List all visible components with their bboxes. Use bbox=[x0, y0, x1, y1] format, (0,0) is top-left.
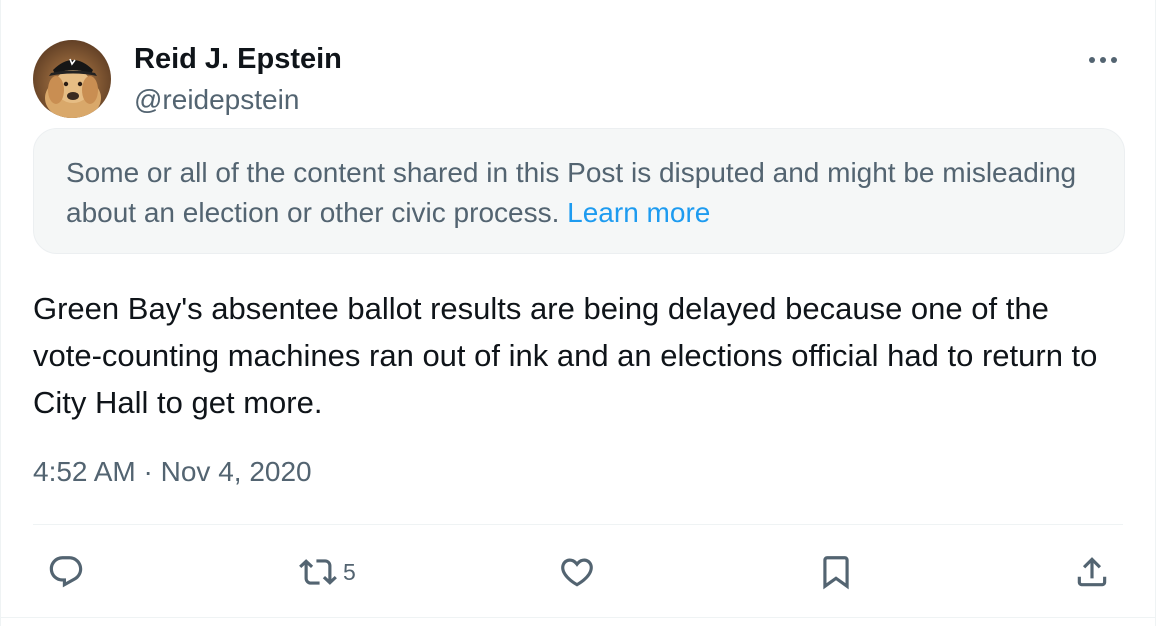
reply-button[interactable] bbox=[47, 546, 91, 598]
more-dots-icon bbox=[1089, 57, 1117, 63]
bookmark-button[interactable] bbox=[817, 546, 861, 598]
like-icon bbox=[561, 558, 593, 587]
user-handle[interactable]: @reidepstein bbox=[134, 83, 342, 117]
dog-avatar-icon bbox=[33, 40, 111, 118]
card-bottom-border bbox=[1, 617, 1155, 626]
display-name[interactable]: Reid J. Epstein bbox=[134, 42, 342, 76]
more-options-button[interactable] bbox=[1083, 40, 1123, 80]
post-time: 4:52 AM bbox=[33, 456, 136, 487]
avatar[interactable] bbox=[33, 40, 111, 118]
post-date: Nov 4, 2020 bbox=[160, 456, 312, 487]
share-icon bbox=[1077, 557, 1107, 587]
post-card: Reid J. Epstein @reidepstein Some or all… bbox=[0, 0, 1156, 626]
author-info: Reid J. Epstein @reidepstein bbox=[134, 42, 342, 117]
post-header: Reid J. Epstein @reidepstein bbox=[33, 40, 1123, 118]
post-text: Green Bay's absentee ballot results are … bbox=[33, 291, 1098, 420]
bookmark-icon bbox=[823, 556, 849, 590]
reply-icon bbox=[49, 556, 83, 588]
disputed-content-notice: Some or all of the content shared in thi… bbox=[33, 128, 1125, 254]
like-button[interactable] bbox=[558, 546, 602, 598]
learn-more-link[interactable]: Learn more bbox=[567, 197, 710, 228]
post-time-link[interactable]: 4:52 AM · Nov 4, 2020 bbox=[33, 456, 312, 487]
divider bbox=[33, 524, 1123, 525]
action-bar: 5 bbox=[33, 546, 1125, 598]
repost-icon bbox=[299, 559, 337, 585]
time-separator: · bbox=[143, 456, 153, 487]
repost-button[interactable]: 5 bbox=[299, 546, 356, 598]
share-button[interactable] bbox=[1073, 546, 1117, 598]
repost-count: 5 bbox=[343, 558, 356, 585]
post-timestamp: 4:52 AM · Nov 4, 2020 bbox=[33, 454, 312, 490]
